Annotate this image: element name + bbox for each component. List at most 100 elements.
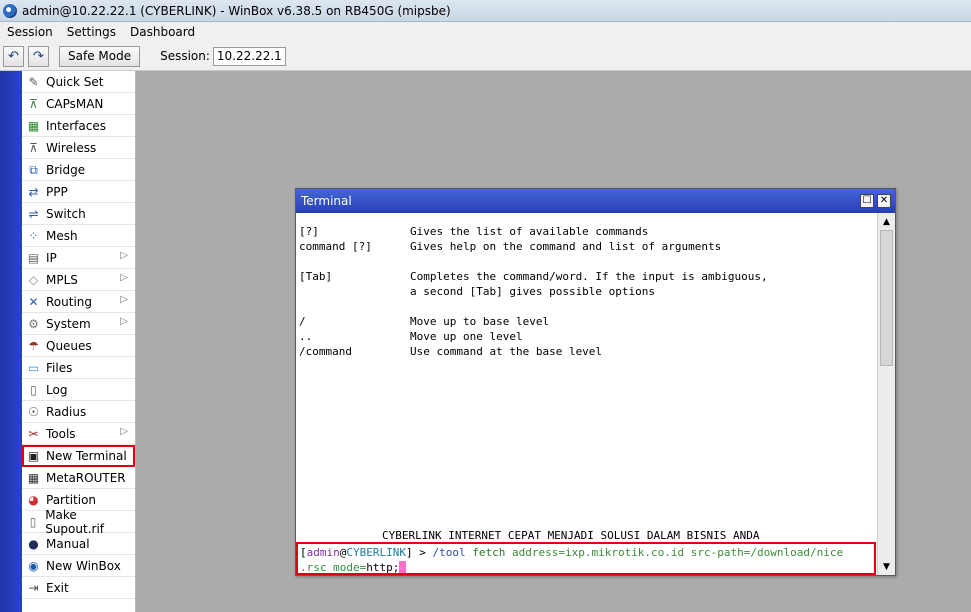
safe-mode-button[interactable]: Safe Mode <box>59 45 141 67</box>
sidebar-item-label: Files <box>46 360 73 375</box>
menu-dashboard[interactable]: Dashboard <box>123 25 202 39</box>
files-icon: ▭ <box>27 360 40 375</box>
menu-settings[interactable]: Settings <box>60 25 123 39</box>
command-highlight: [admin@CYBERLINK] > /tool fetch address=… <box>296 542 876 575</box>
sidebar-item-label: IP <box>46 250 57 265</box>
switch-icon: ⇌ <box>28 206 39 221</box>
terminal-title: Terminal <box>301 194 352 208</box>
menu-session[interactable]: Session <box>0 25 60 39</box>
sidebar-item-label: Wireless <box>46 140 97 155</box>
sidebar-item-label: Interfaces <box>46 118 106 133</box>
sidebar-item-files[interactable]: ▭ Files <box>22 357 135 379</box>
quick-set-icon: ✎ <box>28 74 39 89</box>
command-param-mode: mode= <box>333 561 367 574</box>
menu-bar: Session Settings Dashboard <box>0 22 971 42</box>
sidebar-item-label: Partition <box>46 492 97 507</box>
scroll-up-icon[interactable]: ▲ <box>880 215 893 228</box>
prompt-bracket-close: ] > <box>405 546 433 559</box>
terminal-banner: CYBERLINK INTERNET CEPAT MENJADI SOLUSI … <box>382 529 760 542</box>
sidebar-item-manual[interactable]: ● Manual <box>22 533 135 555</box>
log-icon: ▯ <box>30 382 37 397</box>
command-args: address=ixp.mikrotik.co.id src-path=/dow… <box>505 546 844 559</box>
command-line-1[interactable]: [admin@CYBERLINK] > /tool fetch address=… <box>300 545 843 560</box>
routing-icon: ✕ <box>28 294 39 309</box>
undo-icon: ↶ <box>8 48 19 64</box>
scroll-thumb[interactable] <box>880 230 893 366</box>
terminal-cursor <box>399 561 407 573</box>
help-line: [?] Gives the list of available commands <box>299 224 648 239</box>
submenu-arrow-icon: ▷ <box>120 294 128 305</box>
close-button[interactable]: ✕ <box>877 194 891 208</box>
sidebar-item-bridge[interactable]: ⧉ Bridge <box>22 159 135 181</box>
sidebar-item-ppp[interactable]: ⇄ PPP <box>22 181 135 203</box>
command-param-value: http; <box>366 561 400 574</box>
session-field[interactable]: 10.22.22.1 <box>212 46 286 66</box>
sidebar-item-metarouter[interactable]: ▦ MetaROUTER <box>22 467 135 489</box>
winbox-icon: ◉ <box>28 558 39 573</box>
sidebar-item-label: New Terminal <box>46 448 127 463</box>
sidebar-item-routing[interactable]: ✕ Routing ▷ <box>22 291 135 313</box>
sidebar-item-mesh[interactable]: ⁘ Mesh <box>22 225 135 247</box>
submenu-arrow-icon: ▷ <box>120 316 128 327</box>
sidebar-item-make-supout-rif[interactable]: ▯ Make Supout.rif <box>22 507 135 536</box>
prompt-bracket-open: [ <box>300 546 307 559</box>
sidebar-item-wireless[interactable]: ⊼ Wireless <box>22 137 135 159</box>
manual-icon: ● <box>28 536 39 551</box>
command-args-cont: .rsc <box>300 561 334 574</box>
help-desc: Completes the command/word. If the input… <box>410 270 768 283</box>
sidebar-item-label: New WinBox <box>46 558 121 573</box>
sidebar-item-exit[interactable]: ⇥ Exit <box>22 577 135 599</box>
sidebar-item-mpls[interactable]: ◇ MPLS ▷ <box>22 269 135 291</box>
system-icon: ⚙ <box>28 316 39 331</box>
sidebar-item-new-terminal[interactable]: ▣ New Terminal <box>22 445 135 467</box>
sidebar-item-interfaces[interactable]: ▦ Interfaces <box>22 115 135 137</box>
undo-button[interactable]: ↶ <box>3 45 24 67</box>
bridge-icon: ⧉ <box>29 162 38 177</box>
help-line: .. Move up one level <box>299 329 523 344</box>
submenu-arrow-icon: ▷ <box>120 272 128 283</box>
terminal-output[interactable]: CYBERLINK INTERNET CEPAT MENJADI SOLUSI … <box>296 213 876 575</box>
terminal-scrollbar[interactable]: ▲ ▼ <box>877 213 895 575</box>
mesh-icon: ⁘ <box>28 228 39 243</box>
sidebar-item-ip[interactable]: ▤ IP ▷ <box>22 247 135 269</box>
help-key: / <box>299 315 306 328</box>
sidebar-item-queues[interactable]: ☂ Queues <box>22 335 135 357</box>
mpls-icon: ◇ <box>28 272 39 287</box>
terminal-window: Terminal ☐ ✕ CYBERLINK INTERNET CEPAT ME… <box>295 188 896 576</box>
help-key: /command <box>299 345 352 358</box>
supout-icon: ▯ <box>29 514 37 529</box>
close-icon: ✕ <box>879 195 889 206</box>
sidebar-item-label: MetaROUTER <box>46 470 126 485</box>
sidebar-item-label: CAPsMAN <box>46 96 104 111</box>
sidebar-item-quick-set[interactable]: ✎ Quick Set <box>22 71 135 93</box>
sidebar-item-capsman[interactable]: ⊼ CAPsMAN <box>22 93 135 115</box>
sidebar-item-log[interactable]: ▯ Log <box>22 379 135 401</box>
redo-button[interactable]: ↷ <box>28 45 49 67</box>
sidebar-item-new-winbox[interactable]: ◉ New WinBox <box>22 555 135 577</box>
help-line: / Move up to base level <box>299 314 549 329</box>
sidebar-item-label: Make Supout.rif <box>45 507 105 536</box>
terminal-title-bar[interactable]: Terminal ☐ ✕ <box>296 189 895 213</box>
sidebar-brand-strip <box>0 71 22 612</box>
help-line: command [?] Gives help on the command and… <box>299 239 721 254</box>
radius-icon: ☉ <box>28 404 39 419</box>
help-desc: a second [Tab] gives possible options <box>410 285 656 298</box>
partition-icon: ◕ <box>28 492 39 507</box>
exit-icon: ⇥ <box>28 580 39 595</box>
metarouter-icon: ▦ <box>27 470 40 485</box>
sidebar-item-switch[interactable]: ⇌ Switch <box>22 203 135 225</box>
sidebar-item-radius[interactable]: ☉ Radius <box>22 401 135 423</box>
prompt-user: admin <box>306 546 340 559</box>
sidebar-item-label: Bridge <box>46 162 86 177</box>
scroll-down-icon[interactable]: ▼ <box>880 560 893 573</box>
help-desc: Gives help on the command and list of ar… <box>410 240 722 253</box>
sidebar-item-system[interactable]: ⚙ System ▷ <box>22 313 135 335</box>
maximize-button[interactable]: ☐ <box>860 194 874 208</box>
command-line-2[interactable]: .rsc mode=http; <box>300 560 407 575</box>
maximize-icon: ☐ <box>862 195 872 206</box>
sidebar-item-label: Exit <box>46 580 69 595</box>
sidebar-item-tools[interactable]: ✂ Tools ▷ <box>22 423 135 445</box>
wireless-icon: ⊼ <box>29 140 38 155</box>
session-label: Session: <box>160 49 210 63</box>
sidebar-item-label: Manual <box>46 536 90 551</box>
